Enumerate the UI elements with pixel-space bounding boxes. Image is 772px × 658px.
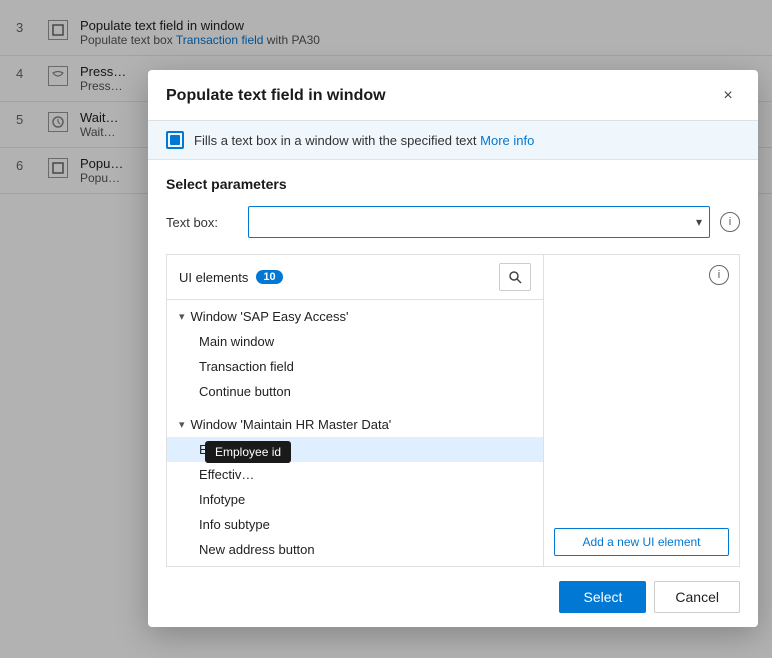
ui-elements-badge: 10 bbox=[256, 270, 282, 284]
search-button[interactable] bbox=[499, 263, 531, 291]
textbox-label: Text box: bbox=[166, 215, 238, 230]
info-banner-text: Fills a text box in a window with the sp… bbox=[194, 133, 534, 148]
modal-dialog: Populate text field in window × Fills a … bbox=[148, 70, 758, 627]
info-banner: Fills a text box in a window with the sp… bbox=[148, 121, 758, 160]
tree-group-header-hr[interactable]: ▾ Window 'Maintain HR Master Data' bbox=[167, 412, 543, 437]
textbox-select-wrapper: ▾ bbox=[248, 206, 710, 238]
tree-group-sap: ▾ Window 'SAP Easy Access' Main window T… bbox=[167, 300, 543, 408]
panel-area: UI elements 10 ▾ Window 'SAP Easy Access… bbox=[166, 254, 740, 567]
close-button[interactable]: × bbox=[716, 84, 740, 108]
tree-item-new-address-button[interactable]: New address button bbox=[167, 537, 543, 562]
info-icon: i bbox=[720, 212, 740, 232]
tree-item-main-window[interactable]: Main window bbox=[167, 329, 543, 354]
tree-item-transaction-field[interactable]: Transaction field bbox=[167, 354, 543, 379]
tree-group-label-hr: Window 'Maintain HR Master Data' bbox=[191, 417, 392, 432]
tree-item-continue-button[interactable]: Continue button bbox=[167, 379, 543, 404]
modal-header: Populate text field in window × bbox=[148, 70, 758, 121]
tree-group-header-sap[interactable]: ▾ Window 'SAP Easy Access' bbox=[167, 304, 543, 329]
tree-item-employee-id[interactable]: Employee id Employee id bbox=[167, 437, 543, 462]
textbox-row: Text box: ▾ i bbox=[166, 206, 740, 238]
tree-group-label-sap: Window 'SAP Easy Access' bbox=[191, 309, 349, 324]
cancel-button[interactable]: Cancel bbox=[654, 581, 740, 613]
section-title: Select parameters bbox=[166, 176, 740, 192]
modal-footer: Select Cancel bbox=[148, 567, 758, 627]
select-button[interactable]: Select bbox=[559, 581, 646, 613]
chevron-down-icon: ▾ bbox=[179, 310, 185, 323]
tree-item-effective[interactable]: Effectiv… bbox=[167, 462, 543, 487]
more-info-link[interactable]: More info bbox=[480, 133, 534, 148]
info-banner-icon bbox=[166, 131, 184, 149]
panel-left-header: UI elements 10 bbox=[167, 255, 543, 300]
tree-item-infotype[interactable]: Infotype bbox=[167, 487, 543, 512]
panel-info-icon: i bbox=[709, 265, 729, 285]
ui-elements-panel: UI elements 10 ▾ Window 'SAP Easy Access… bbox=[167, 255, 544, 566]
modal-title: Populate text field in window bbox=[166, 87, 386, 105]
modal-body: Select parameters Text box: ▾ i bbox=[148, 160, 758, 238]
textbox-select[interactable] bbox=[248, 206, 710, 238]
tree-group-hr: ▾ Window 'Maintain HR Master Data' Emplo… bbox=[167, 408, 543, 566]
add-ui-element-button[interactable]: Add a new UI element bbox=[554, 528, 729, 556]
panel-right: i Add a new UI element bbox=[544, 255, 739, 566]
employee-id-tooltip: Employee id bbox=[205, 441, 291, 463]
tree-item-info-subtype[interactable]: Info subtype bbox=[167, 512, 543, 537]
ui-elements-label: UI elements bbox=[179, 270, 248, 285]
chevron-down-icon: ▾ bbox=[179, 418, 185, 431]
